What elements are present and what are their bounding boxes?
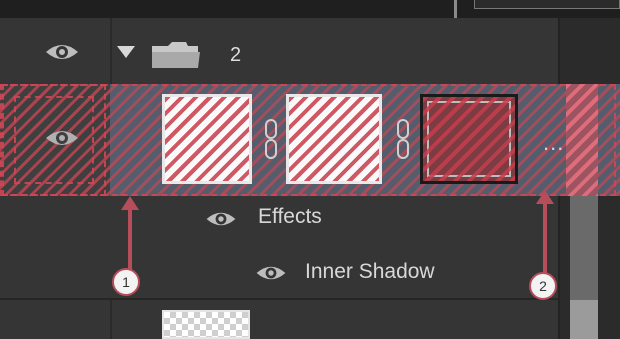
disclosure-triangle-icon[interactable] xyxy=(117,46,135,58)
top-bar-divider xyxy=(454,0,457,18)
layer-thumbnail-transparent[interactable] xyxy=(162,310,250,339)
callout-badge-1: 1 xyxy=(112,268,140,296)
eye-icon[interactable] xyxy=(254,264,288,282)
chain-link-icon[interactable] xyxy=(394,118,412,160)
layer-group-name: 2 xyxy=(230,44,242,66)
inner-shadow-label: Inner Shadow xyxy=(305,260,435,283)
eye-icon[interactable] xyxy=(204,210,238,228)
effects-indicator xyxy=(566,84,598,196)
callout-arrow-1 xyxy=(121,196,139,270)
top-bar xyxy=(0,0,620,18)
row-divider xyxy=(0,298,558,300)
more-options-icon[interactable]: ... xyxy=(543,130,564,156)
folder-icon xyxy=(152,42,200,68)
visibility-column-divider xyxy=(110,18,112,84)
vector-mask-thumbnail[interactable] xyxy=(420,94,518,184)
callout-arrow-2 xyxy=(536,190,554,276)
chain-link-icon[interactable] xyxy=(262,118,280,160)
visibility-column-divider-lower xyxy=(110,300,112,339)
panel-tab-edge[interactable] xyxy=(474,0,620,9)
eye-icon[interactable] xyxy=(44,42,80,62)
layer-thumbnail[interactable] xyxy=(162,94,252,184)
callout-badge-2: 2 xyxy=(529,272,557,300)
layer-mask-thumbnail[interactable] xyxy=(286,94,382,184)
effects-label: Effects xyxy=(258,205,322,228)
eye-icon[interactable] xyxy=(44,128,80,148)
